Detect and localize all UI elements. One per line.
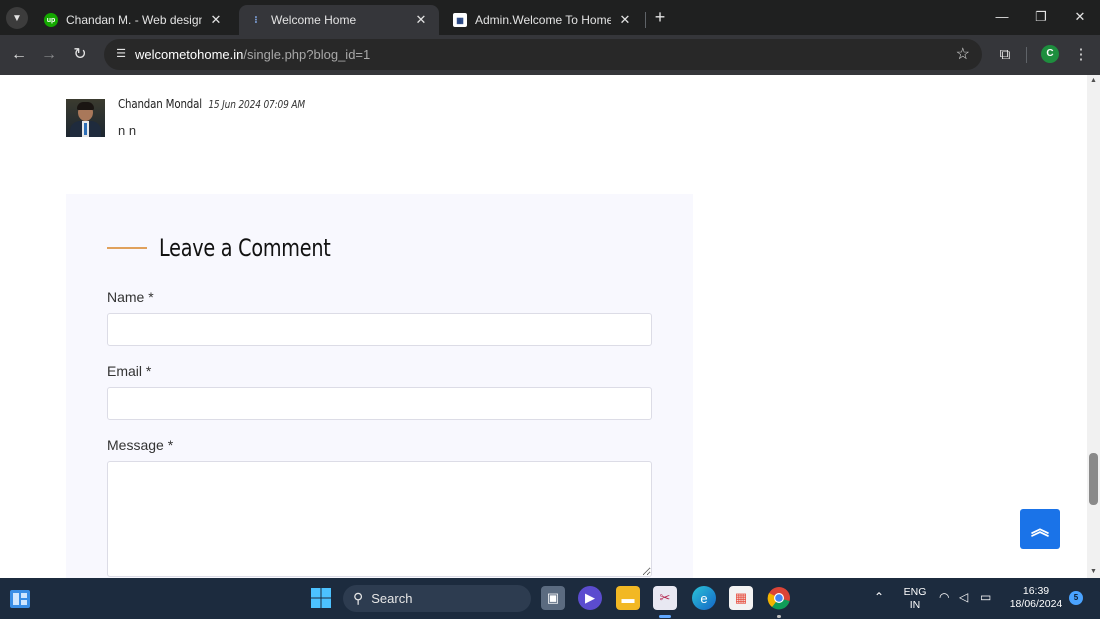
url-host: welcometohome.in — [135, 47, 244, 62]
show-hidden-icons-chevron-icon[interactable]: ⌃ — [874, 590, 884, 604]
back-arrow-icon[interactable]: ← — [7, 43, 31, 67]
file-explorer-icon[interactable]: ▬ — [616, 586, 640, 610]
search-label: Search — [371, 591, 413, 606]
windows-start-icon[interactable] — [309, 586, 333, 610]
bookmark-star-icon[interactable]: ☆ — [956, 44, 970, 64]
scroll-thumb[interactable] — [1089, 453, 1098, 505]
toolbar-separator — [1026, 47, 1027, 63]
chrome-browser-icon[interactable] — [767, 586, 791, 610]
tab-admin-welcome[interactable]: ▦ Admin.Welcome To Home ✕ — [443, 5, 643, 35]
page-scrollbar[interactable]: ▲ ▼ — [1087, 75, 1100, 578]
tab-title: Admin.Welcome To Home — [475, 13, 611, 27]
browser-toolbar: ← → ↻ ☰ welcometohome.in/single.php?blog… — [0, 35, 1100, 75]
tab-close-icon[interactable]: ✕ — [413, 12, 429, 28]
taskbar-search[interactable]: ⚲ Search — [343, 585, 531, 612]
new-tab-button[interactable]: + — [650, 7, 670, 27]
scroll-up-arrow-icon[interactable]: ▲ — [1087, 75, 1100, 87]
scroll-down-arrow-icon[interactable]: ▼ — [1087, 566, 1100, 578]
avatar-hair — [77, 102, 94, 110]
double-chevron-up-icon: ︽ — [1031, 519, 1049, 539]
back-to-top-button[interactable]: ︽ — [1020, 509, 1060, 549]
tab-separator — [645, 12, 646, 28]
active-app-indicator — [659, 615, 671, 618]
admin-favicon-icon: ▦ — [453, 13, 467, 27]
search-icon: ⚲ — [353, 590, 364, 606]
clock-time: 16:39 — [1022, 585, 1050, 597]
comment-meta: Chandan Mondal 15 Jun 2024 07:09 AM — [118, 96, 305, 111]
comment-date: 15 Jun 2024 07:09 AM — [208, 98, 305, 111]
site-settings-icon[interactable]: ☰ — [112, 45, 130, 63]
form-heading: Leave a Comment — [107, 234, 373, 262]
battery-icon[interactable]: ▭ — [980, 590, 991, 604]
tab-title: Welcome Home — [271, 13, 357, 27]
lang-code: ENG — [903, 586, 927, 598]
upwork-favicon-icon: up — [44, 13, 58, 27]
avatar-tie — [84, 123, 87, 135]
window-close-icon[interactable]: ✕ — [1060, 6, 1100, 28]
url-text[interactable]: welcometohome.in/single.php?blog_id=1 — [135, 47, 370, 62]
reload-icon[interactable]: ↻ — [68, 43, 92, 67]
forward-arrow-icon[interactable]: → — [37, 43, 61, 67]
tab-search-dropdown-icon[interactable]: ▼ — [6, 7, 28, 29]
clock-date: 18/06/2024 — [1009, 598, 1063, 610]
system-clock[interactable]: 16:39 18/06/2024 — [1004, 585, 1068, 611]
address-bar[interactable]: ☰ welcometohome.in/single.php?blog_id=1 … — [104, 39, 982, 70]
widgets-icon[interactable] — [10, 590, 30, 608]
task-view-icon[interactable]: ▣ — [541, 586, 565, 610]
profile-avatar[interactable]: C — [1041, 45, 1059, 63]
wifi-icon[interactable]: ◠ — [939, 590, 949, 604]
url-path: /single.php?blog_id=1 — [243, 47, 371, 62]
tab-upwork[interactable]: up Chandan M. - Web design - Up ✕ — [34, 5, 234, 35]
name-input[interactable] — [107, 313, 652, 346]
tab-welcome-home[interactable]: ⁝ Welcome Home ✕ — [239, 5, 439, 35]
snipping-tool-icon[interactable]: ✂ — [653, 586, 677, 610]
form-title: Leave a Comment — [159, 234, 331, 262]
email-label: Email * — [107, 363, 152, 379]
edge-browser-icon[interactable]: e — [692, 586, 716, 610]
windows-taskbar: ⚲ Search ▣ ▶ ▬ ✂ e ▦ ⌃ ENG IN ◠ ◁ ▭ 16:3… — [0, 578, 1100, 619]
notification-badge[interactable]: 5 — [1069, 591, 1083, 605]
heading-accent-line — [107, 247, 147, 249]
message-textarea[interactable] — [107, 461, 652, 577]
leave-comment-form: Leave a Comment Name * Email * Message * — [66, 194, 693, 578]
page-viewport: Chandan Mondal 15 Jun 2024 07:09 AM n n … — [0, 75, 1087, 578]
lang-region: IN — [909, 599, 921, 611]
menu-kebab-icon[interactable]: ⋮ — [1069, 43, 1093, 67]
comment-text: n n — [118, 123, 137, 138]
running-app-indicator — [777, 615, 781, 618]
name-label: Name * — [107, 289, 154, 305]
commenter-avatar — [66, 99, 105, 137]
minimize-icon[interactable]: — — [982, 6, 1022, 28]
message-label: Message * — [107, 437, 174, 453]
volume-icon[interactable]: ◁ — [959, 590, 968, 604]
email-input[interactable] — [107, 387, 652, 420]
comment-author: Chandan Mondal — [118, 96, 202, 111]
extensions-puzzle-icon[interactable]: ⧉ — [993, 43, 1017, 67]
input-language[interactable]: ENG IN — [900, 586, 930, 612]
loading-favicon-icon: ⁝ — [254, 14, 258, 26]
tab-close-icon[interactable]: ✕ — [208, 12, 224, 28]
microsoft-store-icon[interactable]: ▦ — [729, 586, 753, 610]
restore-icon[interactable]: ❐ — [1021, 6, 1061, 28]
tab-close-icon[interactable]: ✕ — [617, 12, 633, 28]
teams-chat-icon[interactable]: ▶ — [578, 586, 602, 610]
browser-tab-strip: ▼ up Chandan M. - Web design - Up ✕ ⁝ We… — [0, 0, 1100, 35]
tab-title: Chandan M. - Web design - Up — [66, 13, 202, 27]
